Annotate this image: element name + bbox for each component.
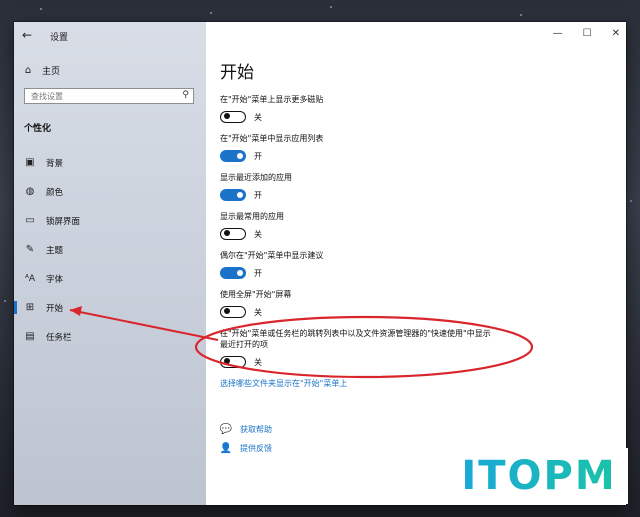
palette-icon: ◍ [25,186,35,197]
start-icon: ⊞ [25,302,35,313]
settings-window: ← 设置 ⌂ 主页 查找设置 ⚲ 个性化 ▣ 背景 ◍ 颜色 ▭ 锁屏界面 ✎ … [14,22,626,505]
close-button[interactable]: ✕ [612,28,620,39]
sidebar-item-label: 锁屏界面 [46,216,81,227]
setting-recent-items: 在"开始"菜单或任务栏的跳转列表中以及文件资源管理器的"快速使用"中显示最近打开… [220,328,495,368]
toggle-knob [237,270,243,276]
feedback-label: 提供反馈 [240,443,272,453]
lock-screen-icon: ▭ [25,215,35,226]
star [630,200,632,202]
help-chat-icon: 💬 [219,423,233,435]
toggle-state: 开 [254,190,262,200]
setting-suggestions: 偶尔在"开始"菜单中显示建议 开 [220,250,323,279]
watermark-text: ITOPM [461,453,617,499]
search-icon[interactable]: ⚲ [182,90,189,101]
setting-label: 偶尔在"开始"菜单中显示建议 [220,251,324,260]
setting-label: 显示最常用的应用 [220,212,284,221]
sidebar-item-lock-screen[interactable]: ▭ 锁屏界面 [14,206,206,235]
section-title: 个性化 [24,124,52,134]
home-icon: ⌂ [24,65,32,76]
theme-icon: ✎ [25,244,35,255]
sidebar-item-fonts[interactable]: ᴬA 字体 [14,264,206,293]
home-label: 主页 [42,67,61,77]
star [40,8,42,10]
toggle-knob [224,113,230,120]
star [4,300,6,302]
window-controls: — ☐ ✕ [553,28,620,39]
maximize-button[interactable]: ☐ [583,28,592,39]
page-title: 开始 [220,63,254,83]
sidebar: ← 设置 ⌂ 主页 查找设置 ⚲ 个性化 ▣ 背景 ◍ 颜色 ▭ 锁屏界面 ✎ … [14,22,206,505]
setting-label: 在"开始"菜单上显示更多磁贴 [220,95,324,104]
setting-app-list: 在"开始"菜单中显示应用列表 开 [220,133,323,162]
toggle-knob [237,153,243,159]
feedback-icon: 👤 [219,442,233,454]
setting-recently-added: 显示最近添加的应用 开 [220,172,292,201]
toggle-switch[interactable] [220,267,246,279]
toggle-switch[interactable] [220,150,246,162]
sidebar-item-start[interactable]: ⊞ 开始 [14,293,206,322]
toggle-switch[interactable] [220,356,246,368]
toggle-knob [224,230,230,237]
toggle-switch[interactable] [220,306,246,318]
star [330,6,332,8]
toggle-row: 开 [220,189,292,201]
toggle-row: 关 [220,228,284,240]
sidebar-item-label: 背景 [46,158,64,169]
toggle-switch[interactable] [220,189,246,201]
sidebar-item-label: 字体 [46,274,64,285]
star [210,12,212,14]
back-button[interactable]: ← [22,28,32,42]
toggle-row: 关 [220,111,323,123]
minimize-button[interactable]: — [553,28,563,39]
sidebar-item-colors[interactable]: ◍ 颜色 [14,177,206,206]
toggle-state: 关 [254,357,262,367]
setting-label: 显示最近添加的应用 [220,173,292,182]
toggle-state: 关 [254,112,262,122]
nav-list: ▣ 背景 ◍ 颜色 ▭ 锁屏界面 ✎ 主题 ᴬA 字体 ⊞ 开始 ▤ 任务栏 [14,148,206,351]
toggle-state: 开 [254,268,262,278]
watermark-logo: ITOPM [450,448,628,504]
sidebar-item-taskbar[interactable]: ▤ 任务栏 [14,322,206,351]
setting-full-screen: 使用全屏"开始"屏幕 关 [220,289,291,318]
toggle-switch[interactable] [220,228,246,240]
search-input[interactable]: 查找设置 ⚲ [24,88,194,104]
font-icon: ᴬA [24,273,36,284]
sidebar-item-label: 开始 [46,303,64,314]
taskbar-icon: ▤ [25,331,35,342]
sidebar-item-background[interactable]: ▣ 背景 [14,148,206,177]
app-title: 设置 [50,33,69,43]
sidebar-item-themes[interactable]: ✎ 主题 [14,235,206,264]
titlebar-left: ← 设置 [14,22,206,48]
toggle-state: 关 [254,307,262,317]
toggle-knob [237,192,243,198]
setting-more-tiles: 在"开始"菜单上显示更多磁贴 关 [220,94,323,123]
get-help-link[interactable]: 💬 获取帮助 [220,423,272,435]
sidebar-item-label: 主题 [46,245,64,256]
image-icon: ▣ [25,157,35,168]
toggle-row: 关 [220,306,291,318]
toggle-knob [224,358,230,365]
toggle-row: 开 [220,150,323,162]
setting-label: 使用全屏"开始"屏幕 [220,290,292,299]
toggle-state: 开 [254,151,262,161]
choose-folders-link[interactable]: 选择哪些文件夹显示在"开始"菜单上 [220,378,347,389]
main-panel: — ☐ ✕ 开始 在"开始"菜单上显示更多磁贴 关 在"开始"菜单中显示应用列表… [206,22,626,505]
help-label: 获取帮助 [240,424,272,434]
search-placeholder: 查找设置 [31,92,63,101]
toggle-row: 开 [220,267,323,279]
setting-label: 在"开始"菜单中显示应用列表 [220,134,324,143]
nav-home[interactable]: ⌂ 主页 [22,64,60,77]
sidebar-item-label: 颜色 [46,187,64,198]
toggle-state: 关 [254,229,262,239]
star [520,14,522,16]
toggle-row: 关 [220,356,495,368]
feedback-link[interactable]: 👤 提供反馈 [220,442,272,454]
toggle-switch[interactable] [220,111,246,123]
sidebar-item-label: 任务栏 [46,332,72,343]
toggle-knob [224,308,230,315]
setting-label: 在"开始"菜单或任务栏的跳转列表中以及文件资源管理器的"快速使用"中显示最近打开… [220,329,491,349]
setting-most-used: 显示最常用的应用 关 [220,211,284,240]
